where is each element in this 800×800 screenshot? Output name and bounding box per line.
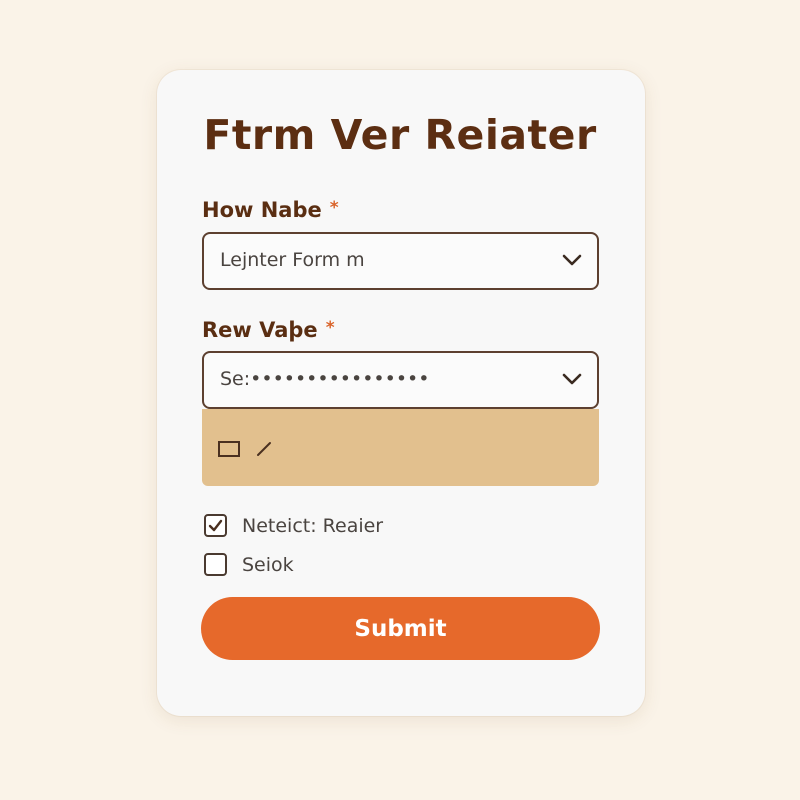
field1-select[interactable]: Lejnter Form m bbox=[202, 232, 599, 290]
required-asterisk: * bbox=[325, 318, 335, 338]
chevron-down-icon bbox=[562, 254, 582, 266]
checkbox-unchecked[interactable] bbox=[204, 553, 227, 576]
checkmark-icon bbox=[208, 519, 223, 532]
field2-dropdown-panel bbox=[202, 409, 599, 486]
field2-selected-value: Se:•••••••••••••••• bbox=[220, 368, 430, 390]
field1-selected-value: Lejnter Form m bbox=[220, 249, 365, 271]
square-icon[interactable] bbox=[218, 441, 240, 457]
field2-label: Rew Vaþe * bbox=[202, 318, 335, 342]
chevron-down-icon bbox=[562, 373, 582, 385]
slash-icon bbox=[257, 442, 271, 456]
required-asterisk: * bbox=[329, 198, 339, 218]
field2-select[interactable]: Se:•••••••••••••••• bbox=[202, 351, 599, 409]
submit-button[interactable]: Submit bbox=[201, 597, 600, 660]
field1-label: How Nabe * bbox=[202, 198, 339, 222]
form-title: Ftrm Ver Reiater bbox=[203, 111, 597, 159]
field1-label-text: How Nabe bbox=[202, 198, 322, 222]
checkbox-1-label: Neteict: Reaier bbox=[242, 515, 384, 537]
field2-label-text: Rew Vaþe bbox=[202, 318, 318, 342]
checkbox-2-label: Seiok bbox=[242, 554, 294, 576]
checkbox-checked[interactable] bbox=[204, 514, 227, 537]
